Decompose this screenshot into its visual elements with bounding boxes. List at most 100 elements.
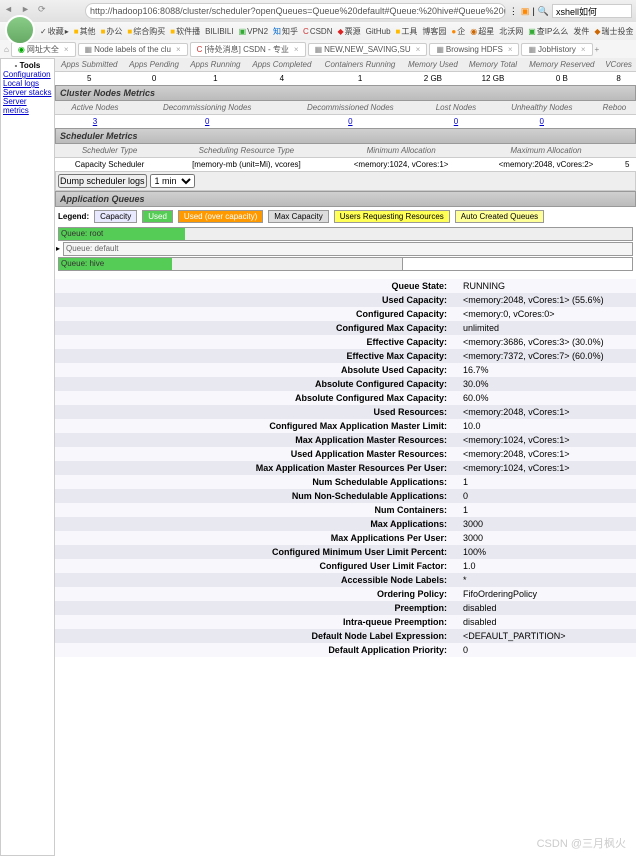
col-header: Apps Completed [246,58,318,72]
bookmark-item[interactable]: ■办公 [101,26,123,37]
close-icon[interactable]: × [176,45,181,54]
property-value: 16.7% [455,363,636,377]
property-value: <DEFAULT_PARTITION> [455,629,636,643]
bookmark-item[interactable]: BILIBILI [205,27,233,36]
property-value: FifoOrderingPolicy [455,587,636,601]
cluster-metrics-table: Apps Submitted Apps Pending Apps Running… [55,58,636,85]
search-input[interactable] [552,4,632,18]
tab-item[interactable]: ▦JobHistory× [521,43,592,56]
reload-icon[interactable]: ⟳ [38,4,52,18]
property-key: Num Containers: [55,503,455,517]
tab-item[interactable]: C[待处消息] CSDN - 专业× [190,42,306,57]
property-row: Max Applications:3000 [55,517,636,531]
property-row: Effective Max Capacity:<memory:7372, vCo… [55,349,636,363]
dump-logs-button[interactable]: Dump scheduler logs [58,174,147,188]
dump-interval-select[interactable]: 1 min [150,174,195,188]
property-row: Used Capacity:<memory:2048, vCores:1> (5… [55,293,636,307]
property-key: Configured Minimum User Limit Percent: [55,545,455,559]
bookmark-item[interactable]: 博客园 [422,26,446,37]
url-bar[interactable]: http://hadoop106:8088/cluster/scheduler?… [85,3,506,19]
cell-link[interactable]: 0 [135,115,280,129]
table-row: 5 0 1 4 1 2 GB 12 GB 0 B 8 [55,72,636,86]
property-key: Absolute Used Capacity: [55,363,455,377]
bookmark-item[interactable]: ◆票源 [337,26,360,37]
queue-root[interactable]: ▾ Queue: root [58,227,633,241]
legend-title: Legend: [58,212,89,221]
property-key: Configured User Limit Factor: [55,559,455,573]
sidebar-link-locallogs[interactable]: Local logs [3,79,52,88]
search-icon: 🔍 [538,6,549,17]
queue-label: Queue: hive [61,259,104,268]
bookmark-item[interactable]: ✓收藏 ▸ [40,26,69,37]
col-header: Reboo [593,101,636,115]
property-key: Max Application Master Resources: [55,433,455,447]
watermark: CSDN @三月枫火 [537,835,626,851]
home-icon[interactable]: ⌂ [4,45,9,54]
col-header: VCores [601,58,636,72]
bookmark-item[interactable]: ▣VPN2 [239,27,268,36]
bookmark-item[interactable]: ◆瑞士投金 [594,26,633,37]
sidebar-link-stacks[interactable]: Server stacks [3,88,52,97]
close-icon[interactable]: × [416,45,421,54]
cell: 12 GB [463,72,522,86]
sidebar-link-config[interactable]: Configuration [3,70,52,79]
property-row: Preemption:disabled [55,601,636,615]
cell-link[interactable]: 0 [279,115,421,129]
property-value: <memory:2048, vCores:1> (55.6%) [455,293,636,307]
property-key: Effective Capacity: [55,335,455,349]
cell: 1 [318,72,403,86]
queue-default[interactable]: ▸ Queue: default [63,242,633,256]
queue-label: Queue: default [66,244,118,253]
property-row: Num Non-Schedulable Applications:0 [55,489,636,503]
col-header: Unhealthy Nodes [491,101,593,115]
cell-link[interactable]: 0 [491,115,593,129]
tab-item[interactable]: ▦NEW,NEW_SAVING,SU× [308,43,428,56]
property-key: Absolute Configured Max Capacity: [55,391,455,405]
property-row: Configured Capacity:<memory:0, vCores:0> [55,307,636,321]
bookmark-item[interactable]: ◉超星 [470,26,494,37]
bookmark-item[interactable]: 知知乎 [273,26,298,37]
cell: 1 [185,72,247,86]
bookmark-item[interactable]: ■工具 [396,26,418,37]
property-key: Preemption: [55,601,455,615]
sidebar-link-metrics[interactable]: Server metrics [3,97,52,115]
menu-icon[interactable]: ⋮ [509,6,518,17]
col-header [618,144,636,158]
property-value: 1 [455,475,636,489]
add-tab-icon[interactable]: + [595,45,600,54]
expand-icon[interactable]: ▸ [56,244,60,253]
bookmark-item[interactable]: ■软件播 [170,26,200,37]
col-header: Scheduler Type [55,144,164,158]
bookmark-item[interactable]: GitHub [366,27,391,36]
queue-hive[interactable]: ▾ Queue: hive [59,258,403,270]
cell: 5 [618,158,636,172]
close-icon[interactable]: × [294,45,299,54]
close-icon[interactable]: × [581,45,586,54]
bookmark-item[interactable]: 发件 [573,26,589,37]
bookmark-item[interactable]: CCSDN [303,27,332,36]
bookmark-item[interactable]: ■其他 [74,26,96,37]
property-row: Queue State:RUNNING [55,279,636,293]
property-value: <memory:7372, vCores:7> (60.0%) [455,349,636,363]
bookmark-item[interactable]: ▣查IP么么 [528,26,568,37]
property-key: Default Application Priority: [55,643,455,657]
tab-item[interactable]: ▦Browsing HDFS× [429,43,519,56]
col-header: Memory Reserved [523,58,602,72]
col-header: Active Nodes [55,101,135,115]
close-icon[interactable]: × [508,45,513,54]
bookmark-item[interactable]: ●企 [451,26,465,37]
legend-auto: Auto Created Queues [455,210,544,223]
section-header: Scheduler Metrics [55,128,636,144]
table-row: Capacity Scheduler [memory-mb (unit=Mi),… [55,158,636,172]
bookmark-item[interactable]: 北沃网 [499,26,523,37]
rss-icon[interactable]: ▣ [521,6,530,17]
close-icon[interactable]: × [64,45,69,54]
cell-link[interactable]: 0 [421,115,490,129]
cell-link[interactable]: 3 [55,115,135,129]
app-logo [5,15,35,45]
legend-used: Used [142,210,173,223]
col-header: Minimum Allocation [329,144,474,158]
property-value: 1.0 [455,559,636,573]
bookmark-item[interactable]: ■综合购买 [127,26,165,37]
tab-item[interactable]: ▦Node labels of the clu× [78,43,188,56]
